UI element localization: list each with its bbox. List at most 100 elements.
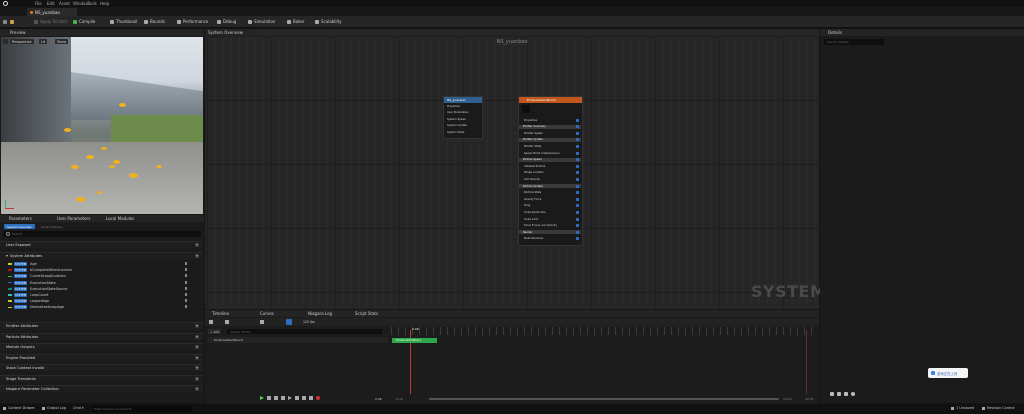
snap-icon[interactable] xyxy=(260,320,264,324)
thumbnail-button[interactable]: Thumbnail xyxy=(110,18,137,25)
add-icon[interactable]: + xyxy=(195,334,199,339)
tab-user-parameters[interactable]: User Parameters xyxy=(57,216,90,221)
tab-timeline[interactable]: Timeline xyxy=(212,311,229,316)
add-track-button[interactable]: + Add xyxy=(208,329,222,334)
emitter-node-row[interactable]: Properties xyxy=(524,118,537,122)
emitter-node-row[interactable]: Emitter Spawn xyxy=(524,131,543,135)
output-log-button[interactable]: Output Log xyxy=(42,406,66,410)
emitter-node-row[interactable]: Initialize Particle xyxy=(524,164,545,168)
emitter-node-row[interactable]: Add Velocity xyxy=(524,177,540,181)
details-search-input[interactable]: Search Details xyxy=(824,39,884,45)
system-attribute-row[interactable]: SYSTEM LoopedAge xyxy=(8,298,49,304)
track-search-input[interactable]: Search Tracks xyxy=(227,329,382,334)
track-row[interactable]: EmissiveItemBoard xyxy=(208,337,388,343)
system-attribute-row[interactable]: SYSTEM ExecutionState xyxy=(8,280,56,286)
tab-local-modules[interactable]: Local Modules xyxy=(106,216,134,221)
tab-script-stats[interactable]: Script Stats xyxy=(355,311,378,316)
add-icon[interactable]: + xyxy=(195,324,199,328)
category-row[interactable]: Module Outputs + xyxy=(0,343,203,350)
system-node[interactable]: NS_yuanbao Properties User Parameters Syst… xyxy=(443,96,483,139)
browse-button[interactable] xyxy=(10,18,14,25)
content-drawer-button[interactable]: Content Drawer xyxy=(3,406,35,410)
tab-details[interactable]: Details xyxy=(820,29,1024,36)
menu-tools[interactable]: Tools xyxy=(87,1,97,6)
system-attribute-row[interactable]: SYSTEM Age xyxy=(8,261,37,267)
scalability-button[interactable]: Scalability xyxy=(315,18,342,25)
add-icon[interactable]: + xyxy=(195,355,199,360)
apply-scratch-button[interactable]: Apply Scratch xyxy=(34,18,68,25)
enable-checkbox[interactable] xyxy=(576,164,579,168)
add-icon[interactable]: + xyxy=(195,366,199,370)
system-attribute-row[interactable]: SYSTEM ExecutionStateSource xyxy=(8,286,67,292)
emitter-node-row[interactable]: Emitter State xyxy=(524,144,541,148)
play-icon[interactable] xyxy=(260,396,264,400)
enable-checkbox[interactable] xyxy=(576,230,579,234)
add-icon[interactable]: + xyxy=(195,345,199,349)
filter-icon[interactable] xyxy=(225,320,229,324)
tab-niagara-log[interactable]: Niagara Log xyxy=(308,311,332,316)
category-system-attributes[interactable]: ▾ System Attributes + xyxy=(0,252,203,259)
time-ruler[interactable] xyxy=(391,327,817,335)
enable-checkbox[interactable] xyxy=(576,171,579,175)
show-button[interactable]: Show xyxy=(55,39,69,44)
unsaved-indicator[interactable]: 1 Unsaved xyxy=(951,406,974,410)
performance-button[interactable]: Performance xyxy=(177,18,208,25)
preview-viewport[interactable]: Perspective Lit Show xyxy=(1,37,203,214)
emitter-node-row[interactable]: Mesh Renderer xyxy=(524,237,544,241)
menu-help[interactable]: Help xyxy=(100,1,109,6)
fps-dropdown[interactable]: 120 fps xyxy=(303,320,315,324)
enable-checkbox[interactable] xyxy=(576,210,579,214)
gear-icon[interactable] xyxy=(851,392,855,396)
emitter-node[interactable]: EmissiveItemBoard Properties Emitter Summ… xyxy=(518,96,583,246)
emitter-node-section[interactable]: Emitter Summary xyxy=(519,124,581,129)
bounds-button[interactable]: Bounds xyxy=(144,18,165,25)
system-node-row[interactable]: User Parameters xyxy=(447,111,469,115)
enable-checkbox[interactable] xyxy=(576,138,579,142)
category-row[interactable]: Particle Attributes + xyxy=(0,332,203,340)
tab-parameters[interactable]: Parameters xyxy=(9,216,32,221)
viewport-menu-button[interactable] xyxy=(3,39,8,44)
add-icon[interactable]: + xyxy=(195,254,199,258)
image-icon[interactable] xyxy=(837,392,841,396)
tab-system-overview[interactable]: System Overview xyxy=(205,29,255,36)
skip-back-icon[interactable] xyxy=(267,396,271,400)
system-attribute-row[interactable]: SYSTEM NormalizedLoopAge xyxy=(8,304,64,310)
lit-button[interactable]: Lit xyxy=(39,39,48,44)
folder-icon[interactable] xyxy=(844,392,848,396)
baker-button[interactable]: Baker xyxy=(287,18,304,25)
emitter-node-section[interactable]: Particle Update xyxy=(519,184,581,188)
system-node-row[interactable]: System State xyxy=(447,130,464,134)
menu-asset[interactable]: Asset xyxy=(59,1,70,6)
debug-button[interactable]: Debug xyxy=(217,18,236,25)
record-icon[interactable] xyxy=(316,396,320,400)
enable-checkbox[interactable] xyxy=(576,224,579,228)
system-attribute-row[interactable]: SYSTEM LoopCount xyxy=(8,292,48,298)
graph-canvas[interactable]: NS_yuanbao SYSTEM NS_yuanbao Properties U… xyxy=(207,36,826,308)
emitter-node-row[interactable]: Shape Location xyxy=(524,171,544,175)
simulation-button[interactable]: Simulation xyxy=(248,18,275,25)
play-forward-icon[interactable] xyxy=(288,396,292,400)
emitter-node-row[interactable]: Solve Forces and Velocity xyxy=(524,224,557,228)
add-icon[interactable]: + xyxy=(195,243,199,247)
console-input[interactable]: Enter Console Command xyxy=(92,406,192,412)
asset-tab[interactable]: NS_yuanbao xyxy=(27,8,77,16)
settings-icon[interactable] xyxy=(830,392,834,396)
emitter-node-row[interactable]: Scale Color xyxy=(524,217,539,221)
system-node-row[interactable]: System Update xyxy=(447,124,467,128)
enable-checkbox[interactable] xyxy=(576,125,579,129)
category-row[interactable]: Niagara Parameter Collection + xyxy=(0,385,203,392)
emitter-node-row[interactable]: Scale Sprite Size xyxy=(524,210,546,214)
enable-checkbox[interactable] xyxy=(576,217,579,221)
key-icon[interactable] xyxy=(209,320,213,324)
compile-button[interactable]: Compile xyxy=(73,18,95,25)
step-back-icon[interactable] xyxy=(274,396,278,400)
magnet-icon[interactable] xyxy=(286,319,292,325)
reverse-icon[interactable] xyxy=(281,396,285,400)
add-icon[interactable]: + xyxy=(195,387,199,391)
system-attribute-row[interactable]: SYSTEM bCompleteWhenInactive xyxy=(8,267,72,273)
cmd-dropdown[interactable]: Cmd ▾ xyxy=(73,406,84,410)
system-node-row[interactable]: System Spawn xyxy=(447,117,466,121)
enable-checkbox[interactable] xyxy=(576,197,579,201)
save-button[interactable] xyxy=(3,18,7,25)
system-attribute-row[interactable]: SYSTEM CurrentLoopDuration xyxy=(8,273,66,279)
